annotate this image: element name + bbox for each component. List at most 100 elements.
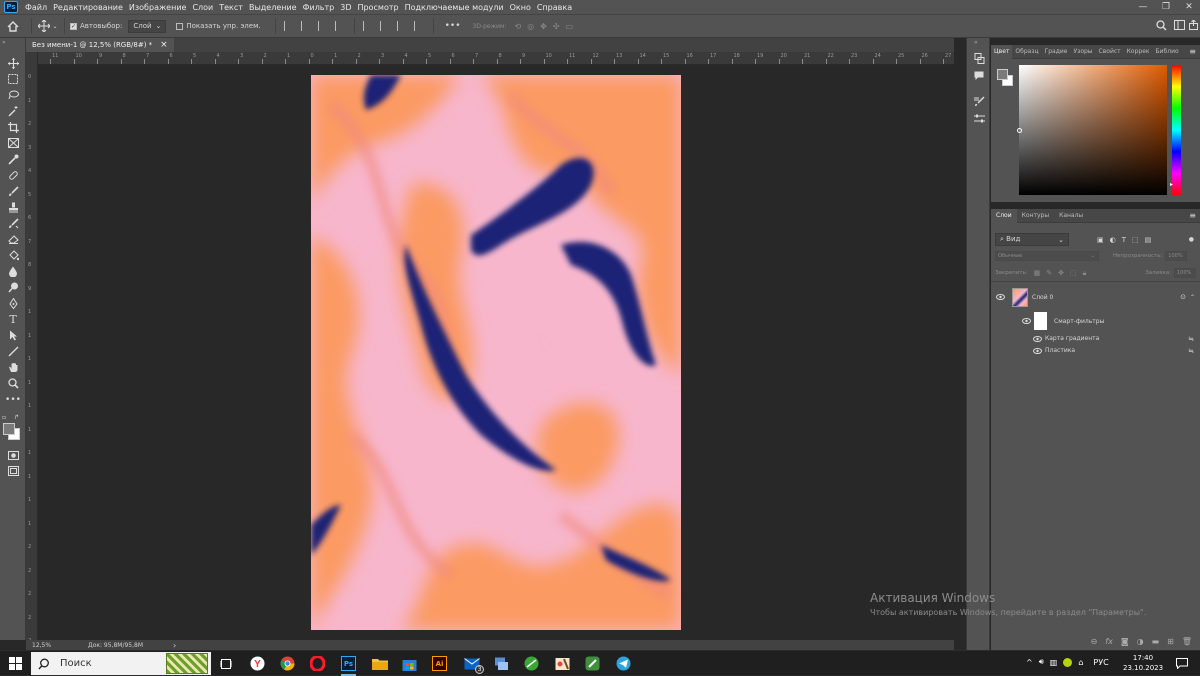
screen-mode-icon[interactable]	[5, 464, 21, 478]
lock-position-icon[interactable]: ✥	[1058, 269, 1064, 278]
tab-adjustments[interactable]: Коррек	[1124, 48, 1153, 55]
tab-layers[interactable]: Слои	[991, 208, 1017, 223]
network-app-icon[interactable]	[492, 654, 511, 673]
chevron-up-icon[interactable]: ⌃	[1190, 294, 1195, 301]
illustrator-icon[interactable]: Ai	[430, 654, 449, 673]
align-right-icon[interactable]	[317, 21, 329, 31]
move-tool-icon[interactable]	[5, 56, 21, 70]
autoselect-checkbox[interactable]: ✓	[70, 22, 77, 30]
layer-row[interactable]: Слой 0 ⊙ ⌃	[991, 285, 1200, 309]
color-picker-cursor[interactable]	[1017, 128, 1022, 133]
document-canvas[interactable]	[311, 75, 681, 630]
filter-options-icon[interactable]: ≒	[1188, 335, 1194, 343]
home-button[interactable]	[0, 17, 26, 35]
link-layers-icon[interactable]: ⊖	[1091, 637, 1098, 646]
new-layer-icon[interactable]: ⊞	[1167, 637, 1174, 646]
history-panel-icon[interactable]	[972, 52, 986, 64]
menu-help[interactable]: Справка	[534, 3, 575, 12]
fill-input[interactable]: 100%	[1174, 268, 1196, 278]
menu-view[interactable]: Просмотр	[355, 3, 402, 12]
menu-image[interactable]: Изображение	[126, 3, 190, 12]
quick-mask-icon[interactable]	[5, 448, 21, 462]
eye-icon[interactable]	[1021, 318, 1031, 324]
tray-app-icon[interactable]	[1063, 657, 1073, 667]
smart-filters-row[interactable]: Смарт-фильтры	[991, 311, 1200, 331]
hand-tool-icon[interactable]	[5, 360, 21, 374]
pen-tool-icon[interactable]	[5, 296, 21, 310]
yandex-browser-icon[interactable]: Y	[248, 654, 267, 673]
filter-options-icon[interactable]: ≒	[1188, 347, 1194, 355]
color-picker-field[interactable]	[1017, 65, 1167, 195]
filter-shape-icon[interactable]: ⬚	[1132, 236, 1139, 244]
collapse-icon[interactable]: «	[974, 39, 978, 46]
align-top-edge-icon[interactable]	[362, 21, 374, 31]
status-menu-arrow[interactable]: ›	[173, 641, 176, 650]
green-app-icon[interactable]	[522, 654, 541, 673]
chevron-up-icon[interactable]: ^	[1026, 658, 1033, 667]
network-icon[interactable]: ▥	[1050, 658, 1058, 667]
align-left-icon[interactable]	[283, 21, 295, 31]
search-icon[interactable]	[1156, 20, 1167, 31]
magic-wand-tool-icon[interactable]	[5, 104, 21, 118]
path-selection-tool-icon[interactable]	[5, 328, 21, 342]
opera-icon[interactable]	[308, 654, 327, 673]
menu-plugins[interactable]: Подключаемые модули	[402, 3, 507, 12]
panel-menu-icon[interactable]: ≡	[1189, 211, 1196, 220]
tab-properties[interactable]: Свойст	[1096, 48, 1124, 55]
file-explorer-icon[interactable]	[370, 654, 389, 673]
lock-all-icon[interactable]: 🔒︎	[1083, 269, 1087, 278]
history-brush-tool-icon[interactable]	[5, 216, 21, 230]
windows-start-icon[interactable]	[6, 654, 25, 673]
tab-libraries[interactable]: Библио	[1153, 48, 1182, 55]
3d-pan-icon[interactable]: ✥	[540, 22, 547, 31]
trash-icon[interactable]: 🗑︎	[1182, 637, 1192, 646]
lock-pixels-icon[interactable]: ✎	[1046, 269, 1052, 278]
menu-window[interactable]: Окно	[507, 3, 534, 12]
opacity-input[interactable]: 100%	[1165, 251, 1188, 261]
menu-filter[interactable]: Фильтр	[300, 3, 338, 12]
more-options-button[interactable]: •••	[445, 21, 461, 31]
paint-app-icon[interactable]	[553, 654, 572, 673]
3d-scale-icon[interactable]: ▭	[566, 22, 574, 31]
move-tool-preset[interactable]: ⌄	[37, 17, 59, 35]
volume-icon[interactable]: 🔊︎	[1039, 657, 1044, 667]
zoom-level[interactable]: 12,5%	[32, 642, 82, 649]
mail-icon[interactable]: 3	[462, 654, 484, 674]
tab-color[interactable]: Цвет	[991, 44, 1013, 59]
line-tool-icon[interactable]	[5, 344, 21, 358]
filter-row[interactable]: Карта градиента ≒	[991, 333, 1200, 344]
foreground-color-swatch[interactable]	[3, 423, 15, 435]
new-group-icon[interactable]: ▬	[1152, 637, 1160, 646]
layer-filter-dropdown[interactable]: ⌕ Вид ⌄	[995, 233, 1069, 246]
close-tab-button[interactable]: ×	[160, 40, 168, 50]
panel-menu-icon[interactable]: ≡	[1189, 47, 1196, 56]
align-top-icon[interactable]	[334, 21, 346, 31]
align-middle-icon[interactable]	[379, 21, 391, 31]
chrome-icon[interactable]	[278, 654, 297, 673]
eye-icon[interactable]	[995, 294, 1005, 300]
language-tray-icon[interactable]: ⌂	[1078, 658, 1083, 667]
more-tools-icon[interactable]: •••	[5, 393, 21, 407]
filter-row[interactable]: Пластика ≒	[991, 345, 1200, 356]
hue-slider-handle[interactable]: ▸	[1170, 181, 1173, 188]
tab-gradients[interactable]: Градие	[1042, 48, 1071, 55]
notifications-icon[interactable]	[1172, 654, 1191, 673]
3d-roll-icon[interactable]: ◎	[527, 22, 534, 31]
eye-icon[interactable]	[1032, 347, 1042, 354]
menu-edit[interactable]: Редактирование	[50, 3, 126, 12]
filter-name[interactable]: Карта градиента	[1045, 335, 1099, 342]
clock[interactable]: 17:40 23.10.2023	[1123, 653, 1163, 673]
smart-filter-mask-thumbnail[interactable]	[1034, 312, 1047, 330]
type-tool-icon[interactable]: T	[5, 312, 21, 326]
blur-tool-icon[interactable]	[5, 264, 21, 278]
share-icon[interactable]	[1189, 20, 1198, 30]
filter-adjustment-icon[interactable]: ◐	[1110, 236, 1116, 244]
3d-orbit-icon[interactable]: ⟲	[514, 22, 521, 31]
layer-style-icon[interactable]: fx	[1105, 637, 1113, 646]
lock-transparency-icon[interactable]: ▦	[1034, 269, 1041, 278]
autoselect-dropdown[interactable]: Слой ⌄	[128, 19, 167, 33]
filter-smart-object-icon[interactable]: ▤	[1145, 236, 1152, 244]
3d-slide-icon[interactable]: ✣	[553, 22, 560, 31]
filter-pixel-icon[interactable]: ▣	[1097, 236, 1104, 244]
panel-fg-color-swatch[interactable]	[997, 69, 1008, 80]
